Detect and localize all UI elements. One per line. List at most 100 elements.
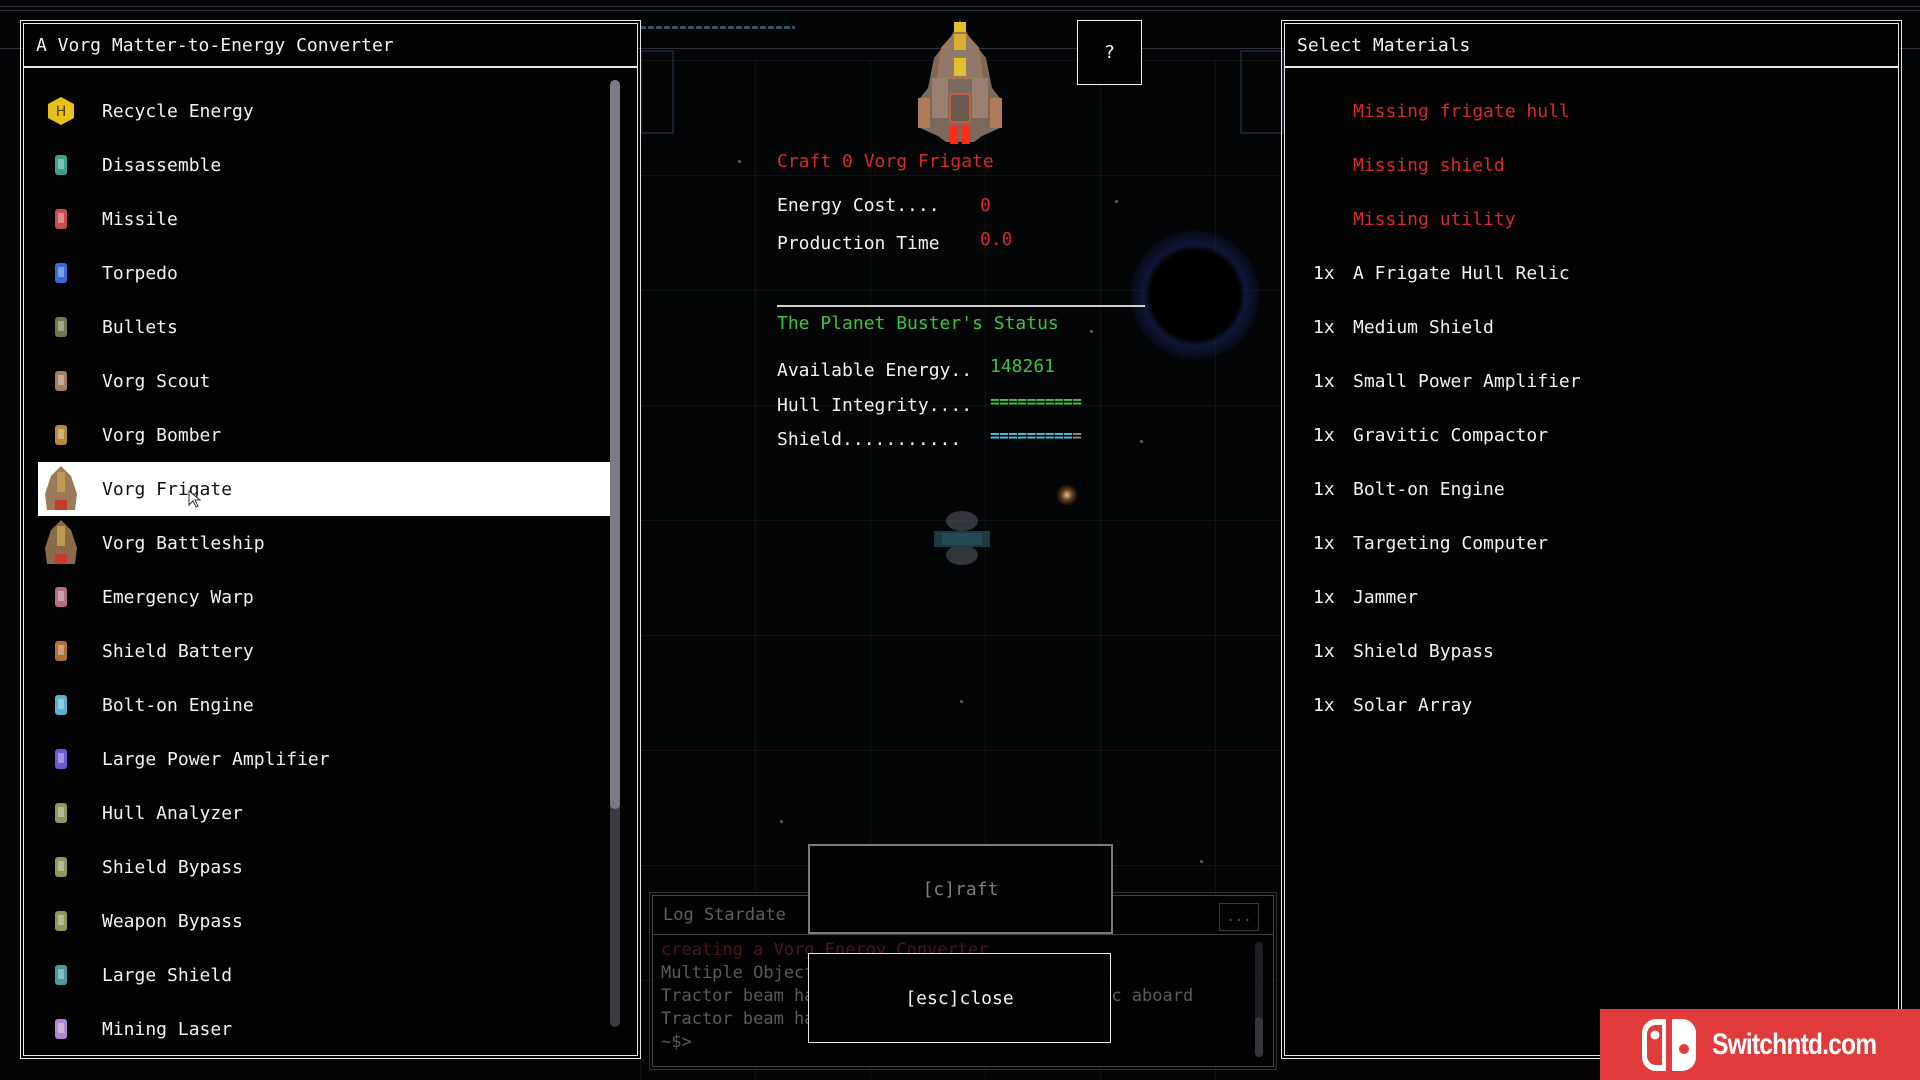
shield-battery-icon [41, 631, 81, 671]
recipe-item-recycle-energy[interactable]: H Recycle Energy [38, 84, 610, 138]
materials-list: Missing frigate hull Missing shield Missin… [1285, 84, 1898, 732]
hull-integrity-bar: ========== [990, 392, 1082, 411]
material-quantity: 1x [1313, 478, 1335, 500]
recipe-item-hull-analyzer[interactable]: Hull Analyzer [38, 786, 610, 840]
bar-segment: = [1053, 392, 1064, 411]
craft-button[interactable]: [c]raft [808, 844, 1113, 934]
recipe-item-torpedo[interactable]: Torpedo [38, 246, 610, 300]
bar-segment: = [990, 392, 1000, 411]
missing-material: Missing utility [1285, 192, 1898, 246]
bar-segment: = [1072, 392, 1082, 411]
missile-icon [41, 199, 81, 239]
torpedo-icon [41, 253, 81, 293]
black-hole [1130, 230, 1260, 360]
recipe-item-label: Recycle Energy [102, 100, 254, 122]
recipe-item-mining-laser[interactable]: Mining Laser [38, 1002, 610, 1056]
material-quantity: 1x [1313, 586, 1335, 608]
recipe-item-large-shield[interactable]: Large Shield [38, 948, 610, 1002]
recipe-item-bullets[interactable]: Bullets [38, 300, 610, 354]
vorg-scout-icon [41, 361, 81, 401]
recipe-item-label: Torpedo [102, 262, 178, 284]
log-scroll-thumb[interactable] [1255, 1017, 1263, 1057]
bar-segment: = [1044, 392, 1055, 411]
material-name: Gravitic Compactor [1353, 424, 1549, 446]
missing-material: Missing frigate hull [1285, 84, 1898, 138]
recipe-item-vorg-frigate[interactable]: Vorg Frigate [38, 462, 610, 516]
material-item[interactable]: 1x Solar Array [1285, 678, 1898, 732]
bar-segment: = [1044, 426, 1055, 445]
recipe-item-vorg-scout[interactable]: Vorg Scout [38, 354, 610, 408]
log-scrollbar[interactable] [1255, 942, 1263, 1057]
material-item[interactable]: 1x Shield Bypass [1285, 624, 1898, 678]
log-more-button[interactable]: ... [1219, 903, 1259, 931]
drifting-ship [934, 511, 990, 565]
recipe-item-missile[interactable]: Missile [38, 192, 610, 246]
recipe-item-label: Large Power Amplifier [102, 748, 330, 770]
mining-laser-icon [41, 1009, 81, 1049]
material-quantity: 1x [1313, 370, 1335, 392]
recipe-item-disassemble[interactable]: Disassemble [38, 138, 610, 192]
material-name: A Frigate Hull Relic [1353, 262, 1570, 284]
mouse-cursor-icon [188, 489, 202, 508]
material-item[interactable]: 1x Medium Shield [1285, 300, 1898, 354]
bar-segment: = [1035, 392, 1046, 411]
hull-integrity-label: Hull Integrity.... [777, 395, 973, 416]
hull-analyzer-icon [41, 793, 81, 833]
craft-title: Craft 0 Vorg Frigate [777, 151, 994, 172]
recipe-item-label: Mining Laser [102, 1018, 233, 1040]
material-item[interactable]: 1x Bolt-on Engine [1285, 462, 1898, 516]
large-shield-icon [41, 955, 81, 995]
energy-cost-value: 0 [980, 195, 991, 216]
switch-logo-icon [1642, 1018, 1696, 1071]
material-item[interactable]: 1x Targeting Computer [1285, 516, 1898, 570]
help-button[interactable]: ? [1077, 20, 1142, 85]
recipe-item-weapon-bypass[interactable]: Weapon Bypass [38, 894, 610, 948]
recipe-item-label: Large Shield [102, 964, 233, 986]
recipe-item-label: Emergency Warp [102, 586, 254, 608]
bar-segment: = [1035, 426, 1046, 445]
emergency-warp-icon [41, 577, 81, 617]
material-quantity: 1x [1313, 262, 1335, 284]
recipe-item-vorg-bomber[interactable]: Vorg Bomber [38, 408, 610, 462]
recipe-item-label: Shield Bypass [102, 856, 243, 878]
hud-frame [640, 50, 674, 134]
recipe-scrollbar[interactable] [610, 80, 620, 1027]
close-button[interactable]: [esc]close [808, 953, 1111, 1043]
vorg-frigate-sprite [918, 20, 1002, 144]
bar-segment: = [1026, 426, 1037, 445]
recipe-item-label: Vorg Battleship [102, 532, 265, 554]
shield-bypass-icon [41, 847, 81, 887]
hud-line [0, 10, 1920, 11]
material-item[interactable]: 1x Gravitic Compactor [1285, 408, 1898, 462]
available-energy-value: 148261 [990, 356, 1056, 377]
svg-text:H: H [56, 104, 67, 120]
materials-panel: Select Materials Missing frigate hull Mis… [1281, 20, 1902, 1059]
bar-segment: = [1072, 426, 1082, 445]
material-item[interactable]: 1x Small Power Amplifier [1285, 354, 1898, 408]
recipe-item-bolt-on-engine[interactable]: Bolt-on Engine [38, 678, 610, 732]
bar-segment: = [999, 426, 1009, 445]
bar-segment: = [1017, 426, 1027, 445]
materials-title: Select Materials [1285, 24, 1898, 68]
recipe-item-label: Shield Battery [102, 640, 254, 662]
bar-segment: = [1017, 392, 1027, 411]
material-item[interactable]: 1x Jammer [1285, 570, 1898, 624]
bolt-on-engine-icon [41, 685, 81, 725]
recipe-item-label: Bolt-on Engine [102, 694, 254, 716]
recipe-item-vorg-battleship[interactable]: Vorg Battleship [38, 516, 610, 570]
material-name: Medium Shield [1353, 316, 1494, 338]
recipe-item-shield-battery[interactable]: Shield Battery [38, 624, 610, 678]
recipe-scroll-thumb[interactable] [610, 80, 620, 809]
recipe-item-label: Missile [102, 208, 178, 230]
material-item[interactable]: 1x A Frigate Hull Relic [1285, 246, 1898, 300]
material-name: Shield Bypass [1353, 640, 1494, 662]
production-time-value: 0.0 [980, 229, 1013, 250]
status-title: The Planet Buster's Status [777, 313, 1059, 334]
recipe-item-large-power-amplifier[interactable]: Large Power Amplifier [38, 732, 610, 786]
recipe-item-emergency-warp[interactable]: Emergency Warp [38, 570, 610, 624]
material-quantity: 1x [1313, 694, 1335, 716]
bullets-icon [41, 307, 81, 347]
hud-line [0, 6, 1920, 7]
material-quantity: 1x [1313, 424, 1335, 446]
recipe-item-shield-bypass[interactable]: Shield Bypass [38, 840, 610, 894]
